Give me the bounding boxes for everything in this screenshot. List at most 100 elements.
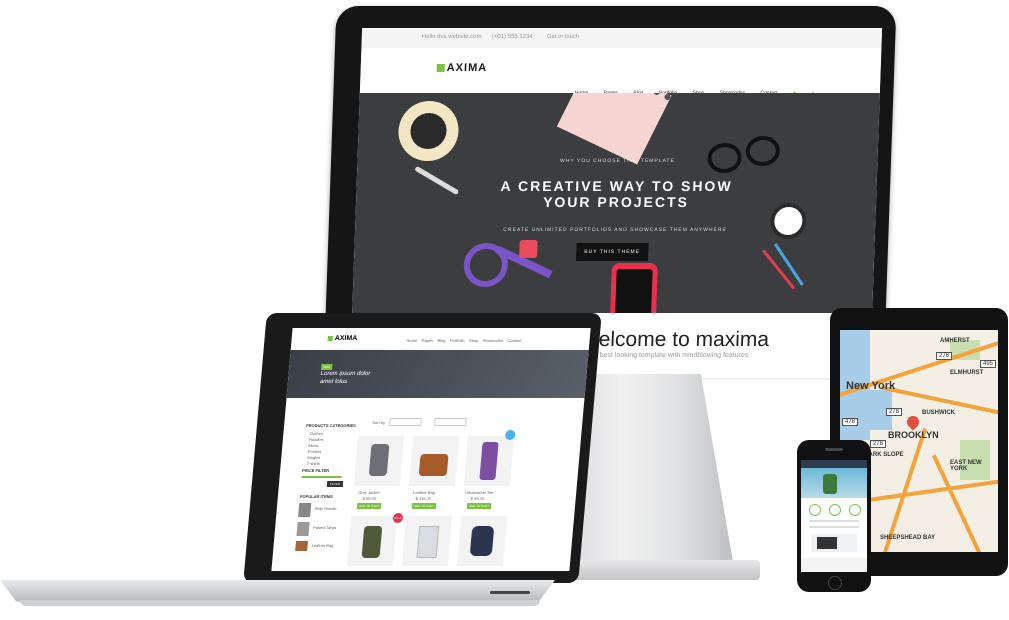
nav-pages[interactable]: Pages: [421, 338, 433, 343]
map-label-eastnewyork: EAST NEW YORK: [950, 460, 982, 472]
product-price: $ 29.00: [470, 496, 485, 501]
popular-item[interactable]: Leather Bag: [311, 543, 333, 548]
welcome-subtitle: The best looking template with mindblowi…: [585, 352, 749, 359]
smartphone-prop-icon: [609, 263, 658, 313]
nav-home[interactable]: Home: [406, 338, 417, 343]
phone-device-image: [811, 534, 857, 552]
highway-shield: 278: [870, 440, 887, 448]
logo-mark-icon: [436, 64, 445, 72]
phone-footer: [801, 558, 867, 572]
highway-shield: 495: [980, 360, 997, 368]
product-card[interactable]: [353, 436, 405, 486]
hero-eyebrow: WHY YOU CHOOSE THIS TEMPLATE: [559, 158, 675, 164]
popular-thumb[interactable]: [295, 541, 308, 551]
product-card[interactable]: [408, 436, 460, 486]
map-label-amherst: AMHERST: [940, 338, 970, 344]
popular-heading: POPULAR ITEMS: [299, 494, 333, 499]
nav-shortcodes[interactable]: Shortcodes: [483, 338, 504, 343]
map-label-sheepshead: SHEEPSHEAD BAY: [880, 535, 936, 541]
highway-shield: 278: [936, 352, 953, 360]
hero-title-line2: YOUR PROJECTS: [542, 194, 690, 210]
notepad-icon: [556, 93, 672, 165]
nav-blog[interactable]: Blog: [437, 338, 445, 343]
add-to-cart-button[interactable]: ADD TO CART: [356, 503, 382, 509]
categories-list: Clothes Hoodies Music Posters Singles T-…: [306, 431, 324, 467]
topbar-email[interactable]: Hello this.website.com: [422, 34, 482, 40]
phone-hero-figure: [823, 474, 837, 494]
website-header: AXIMA Home Pages Blog Portfolio Shop Sho…: [359, 48, 882, 96]
map-pin-icon[interactable]: [904, 413, 922, 431]
laptop-site-header: AXIMA Home Pages Blog Portfolio Shop Sho…: [290, 328, 591, 350]
phone-screen: [801, 460, 867, 572]
topbar-address: Get in touch: [546, 34, 580, 40]
feature-icon: [849, 504, 861, 516]
product-card[interactable]: [456, 516, 508, 566]
product-card[interactable]: [463, 436, 515, 486]
laptop-nav: Home Pages Blog Portfolio Shop Shortcode…: [406, 338, 521, 343]
product-name[interactable]: Grey Jacket: [358, 490, 380, 495]
hoodie-image: [361, 526, 383, 558]
highway-shield: 278: [886, 408, 903, 416]
laptop-ports: [490, 591, 530, 594]
laptop-screen: AXIMA Home Pages Blog Portfolio Shop Sho…: [271, 328, 591, 571]
product-card[interactable]: [346, 516, 398, 566]
laptop-base: [0, 580, 555, 602]
phone-hero: [801, 468, 867, 498]
product-price: $ 115.00: [415, 496, 432, 501]
laptop-base-shadow: [20, 600, 540, 606]
price-filter-heading: PRICE FILTER: [301, 468, 330, 473]
categories-heading: PRODUCTS CATEGORIES: [305, 423, 357, 428]
map-label-bushwick: BUSHWICK: [922, 410, 955, 416]
add-to-cart-button[interactable]: ADD TO CART: [411, 503, 437, 509]
sort-select[interactable]: [389, 418, 422, 426]
sale-badge: SALE: [392, 513, 404, 523]
new-badge: NEW: [320, 364, 333, 370]
sale-indicator-icon: [504, 430, 516, 440]
product-price: $ 59.00: [362, 496, 377, 501]
laptop-hero-line2: amet lolus: [319, 379, 348, 385]
hero-section: WHY YOU CHOOSE THIS TEMPLATE A CREATIVE …: [352, 93, 880, 313]
jacket-image: [368, 444, 390, 476]
phone-site-header: [801, 460, 867, 468]
filter-button[interactable]: FILTER: [326, 481, 344, 487]
logo-mark-icon: [327, 336, 333, 341]
welcome-title: Welcome to maxima: [578, 328, 770, 351]
highway-shield: 478: [842, 418, 859, 426]
site-logo[interactable]: AXIMA: [436, 62, 488, 74]
map-label-brooklyn: BROOKLYN: [888, 430, 939, 440]
map-label-newyork: New York: [846, 380, 896, 392]
laptop-hero-banner: NEW Lorem ipsum dolor amet lolus: [286, 350, 589, 398]
hero-title-line1: A CREATIVE WAY TO SHOW: [500, 178, 733, 194]
product-name[interactable]: Leather Bag: [413, 490, 435, 495]
feature-icon: [809, 504, 821, 516]
coffee-cup-icon: [397, 101, 460, 161]
nav-contact[interactable]: Contact: [507, 338, 521, 343]
price-slider[interactable]: [301, 476, 342, 478]
product-name[interactable]: Ultramarine Tee: [465, 490, 494, 495]
nav-portfolio[interactable]: Portfolio: [450, 338, 465, 343]
bag-image: [418, 454, 449, 476]
tshirt-model-image: [479, 442, 499, 480]
add-to-cart-button[interactable]: ADD TO CART: [466, 503, 492, 509]
website-topbar: Hello this.website.com (+01) 555 1234 Ge…: [361, 28, 883, 48]
laptop-site-logo[interactable]: AXIMA: [327, 335, 358, 342]
per-page-select[interactable]: [434, 418, 467, 426]
map-label-elmhurst: ELMHURST: [950, 370, 984, 376]
topbar-phone: (+01) 555 1234: [491, 34, 533, 40]
category-link[interactable]: T-shirts: [306, 461, 321, 467]
popular-item[interactable]: Ship Hoodie: [315, 506, 337, 511]
phone-home-button[interactable]: [828, 576, 842, 590]
popular-thumb[interactable]: [296, 522, 310, 536]
logo-text: AXIMA: [446, 62, 488, 74]
popular-item[interactable]: Patient Ninja: [313, 525, 336, 530]
buy-theme-button[interactable]: BUY THIS THEME: [575, 243, 649, 261]
phone-speaker: [825, 448, 843, 451]
tank-top-image: [416, 526, 440, 558]
sort-label: Sort by: [372, 420, 386, 425]
navy-hoodie-image: [469, 526, 495, 556]
nav-shop[interactable]: Shop: [469, 338, 479, 343]
music-player-icon: [519, 240, 538, 258]
product-card[interactable]: [401, 516, 453, 566]
popular-thumb[interactable]: [298, 503, 312, 517]
feature-icon: [829, 504, 841, 516]
